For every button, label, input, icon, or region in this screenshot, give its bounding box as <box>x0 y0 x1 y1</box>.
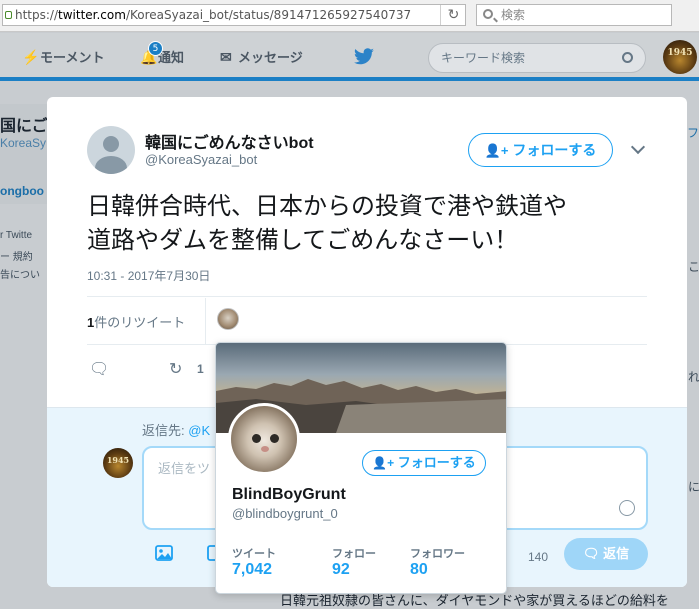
chevron-down-icon[interactable] <box>630 139 646 155</box>
hovercard-follow-label: フォローする <box>397 455 476 470</box>
tweet-text-line1: 日韓併合時代、日本からの投資で港や鉄道や <box>87 192 567 220</box>
bg-right-frag2: こ <box>688 260 699 274</box>
image-icon[interactable] <box>155 545 175 565</box>
avatar-text: 1945 <box>667 48 693 58</box>
lock-icon <box>5 11 12 19</box>
bg-right-frag1: フォ <box>687 126 699 140</box>
tweet-text-line2: 道路やダムを整備してごめんなさーい！ <box>87 226 519 254</box>
author-handle[interactable]: @KoreaSyazai_bot <box>145 152 257 167</box>
stats-separator <box>205 298 206 344</box>
hovercard-name[interactable]: BlindBoyGrunt <box>232 486 346 504</box>
default-avatar-head <box>103 136 119 152</box>
retweet-label: 件のリツイート <box>94 315 186 330</box>
divider <box>87 296 647 297</box>
nav-messages[interactable]: ✉ メッセージ <box>220 47 303 66</box>
reload-icon[interactable]: ↻ <box>440 5 466 25</box>
bg-left-line3: 告につい <box>0 270 40 281</box>
stat-followers-label[interactable]: フォロワー <box>410 545 465 561</box>
reply-icon[interactable]: 🗨 <box>89 359 109 378</box>
profile-avatar[interactable]: 1945 <box>663 40 697 74</box>
retweet-action-count: 1 <box>197 362 204 376</box>
my-avatar: 1945 <box>103 448 133 478</box>
default-avatar-body <box>95 156 127 174</box>
follow-button[interactable]: 👤+ フォローする <box>468 133 613 167</box>
browser-search-placeholder: 検索 <box>501 8 526 22</box>
reply-to-label: 返信先: <box>142 423 185 438</box>
stat-followers-value[interactable]: 80 <box>410 561 428 579</box>
browser-search-input[interactable]: 検索 <box>476 4 672 26</box>
lightning-icon: ⚡ <box>22 49 40 65</box>
url-path: /KoreaSyazai_bot/status/8914712659275407… <box>125 8 412 22</box>
nav-messages-label: メッセージ <box>238 50 303 65</box>
bg-right-frag3: れ <box>688 370 699 384</box>
url-host: twitter.com <box>58 8 126 22</box>
stat-tweets-value[interactable]: 7,042 <box>232 561 272 579</box>
reply-button-label: 返信 <box>603 546 630 561</box>
nav-moments-label: モーメント <box>40 50 105 65</box>
tweet-timestamp[interactable]: 10:31 - 2017年7月30日 <box>87 267 210 284</box>
reply-button[interactable]: 🗨 返信 <box>564 538 648 570</box>
stat-tweets-label[interactable]: ツイート <box>232 545 276 561</box>
reply-to-handle[interactable]: @K <box>188 423 210 438</box>
follow-button-label: フォローする <box>512 142 597 158</box>
notification-badge: 5 <box>148 41 163 56</box>
bg-left-link: ongboo <box>0 184 44 198</box>
retweeter-avatar[interactable] <box>217 308 239 330</box>
url-prefix: https:// <box>15 8 59 22</box>
bg-left-title: 国にご <box>0 118 48 135</box>
hovercard-avatar[interactable] <box>228 403 300 475</box>
keyword-search-input[interactable]: キーワード検索 <box>428 43 646 73</box>
keyword-search-placeholder: キーワード検索 <box>441 51 526 65</box>
avatar-nose <box>261 446 269 452</box>
bg-right-frag4: に <box>688 480 699 494</box>
browser-toolbar: https://twitter.com/KoreaSyazai_bot/stat… <box>0 0 699 32</box>
author-name[interactable]: 韓国にごめんなさいbot <box>145 129 314 153</box>
reply-to: 返信先: @K <box>142 420 210 439</box>
bg-left-line2: ー 規約 <box>0 252 33 263</box>
search-icon <box>483 9 493 19</box>
bg-left-handle: KoreaSy <box>0 136 47 150</box>
my-avatar-text: 1945 <box>106 455 130 465</box>
author-avatar[interactable] <box>87 126 135 174</box>
hovercard-follow-button[interactable]: 👤+ フォローする <box>362 450 486 476</box>
retweet-icon[interactable]: ↻ <box>169 359 182 378</box>
address-bar[interactable]: https://twitter.com/KoreaSyazai_bot/stat… <box>2 4 466 26</box>
nav-moments[interactable]: ⚡モーメント <box>22 47 104 66</box>
profile-hovercard: 👤+ フォローする BlindBoyGrunt @blindboygrunt_0… <box>215 342 507 594</box>
tweet-text: 日韓併合時代、日本からの投資で港や鉄道や 道路やダムを整備してごめんなさーい！ <box>87 189 647 257</box>
twitter-bird-icon[interactable] <box>352 48 376 66</box>
avatar-eye <box>270 434 279 443</box>
character-count: 140 <box>528 550 549 564</box>
stat-following-value[interactable]: 92 <box>332 561 350 579</box>
add-user-icon: 👤+ <box>484 143 509 158</box>
reply-button-icon: 🗨 <box>582 546 600 561</box>
avatar-eye <box>252 434 261 443</box>
envelope-icon: ✉ <box>220 49 232 65</box>
stat-following-label[interactable]: フォロー <box>332 545 376 561</box>
reply-placeholder: 返信をツ <box>158 461 211 476</box>
bg-left-line1: r Twitte <box>0 230 33 241</box>
hovercard-handle[interactable]: @blindboygrunt_0 <box>232 506 338 521</box>
emoji-icon[interactable] <box>619 500 635 516</box>
add-user-icon: 👤+ <box>372 456 395 470</box>
search-icon <box>622 52 633 63</box>
retweet-stats[interactable]: 1件のリツイート <box>87 312 185 331</box>
